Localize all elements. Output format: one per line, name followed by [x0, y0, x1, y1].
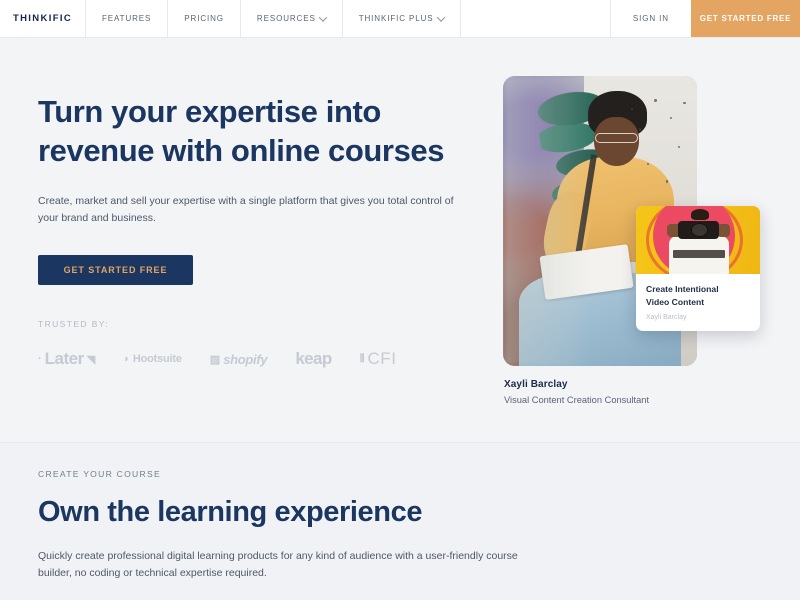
logo-label: Hootsuite	[132, 353, 182, 366]
hero-subtitle: Create, market and sell your expertise w…	[38, 194, 454, 225]
camera-lens-icon	[690, 223, 708, 237]
thumb-shirt-text	[673, 249, 726, 259]
logo-keap: keap	[295, 349, 332, 369]
caption-person-role: Visual Content Creation Consultant	[504, 395, 650, 405]
nav-item-label: THINKIFIC PLUS	[358, 14, 434, 23]
photo-foreground-blur	[503, 76, 593, 366]
course-card-title-line2: Video Content	[646, 297, 705, 308]
nav-item-resources[interactable]: RESOURCES	[241, 0, 343, 37]
nav-item-label: RESOURCES	[256, 14, 316, 23]
section2-eyebrow: CREATE YOUR COURSE	[38, 469, 161, 479]
hootsuite-owl-icon: ◗	[123, 353, 130, 366]
course-preview-card[interactable]: Create Intentional Video Content Xayli B…	[636, 206, 760, 331]
hero-copy-column: Turn your expertise into revenue with on…	[38, 92, 468, 369]
nav-get-started-free-button[interactable]: GET STARTED FREE	[691, 0, 800, 37]
nav-item-thinkific-plus[interactable]: THINKIFIC PLUS	[343, 0, 461, 37]
nav-item-label: FEATURES	[102, 14, 152, 23]
top-navigation-bar: THINKIFIC FEATURES PRICING RESOURCES THI…	[0, 0, 800, 38]
logo-hootsuite: ◗ Hootsuite	[123, 353, 182, 365]
chevron-down-icon	[436, 12, 445, 22]
course-card-title-line1: Create Intentional	[646, 284, 719, 294]
thumb-person-head	[690, 208, 710, 220]
chevron-down-icon	[318, 12, 327, 22]
later-corner-icon: ◥	[86, 353, 96, 366]
logo-label: shopify	[223, 351, 268, 367]
later-mark-icon: ·	[38, 353, 42, 366]
logo-label: Later	[44, 349, 85, 369]
logo-cfi: ⦀ CFI	[360, 349, 397, 369]
hero-get-started-free-button[interactable]: GET STARTED FREE	[38, 255, 193, 286]
thinkific-logo[interactable]: THINKIFIC	[0, 0, 86, 37]
course-thumbnail	[636, 206, 760, 274]
nav-item-label: PRICING	[184, 14, 224, 23]
logo-label: keap	[295, 349, 332, 369]
hero-title: Turn your expertise into revenue with on…	[38, 94, 445, 169]
section2-body: Quickly create professional digital lear…	[38, 550, 518, 579]
cfi-bars-icon: ⦀	[359, 352, 365, 365]
nav-item-pricing[interactable]: PRICING	[168, 0, 241, 37]
course-card-body: Create Intentional Video Content Xayli B…	[636, 274, 760, 331]
logo-later: · Later ◥	[38, 349, 95, 369]
course-card-author: Xayli Barclay	[646, 313, 687, 321]
nav-spacer	[461, 0, 611, 37]
create-your-course-section: CREATE YOUR COURSE Own the learning expe…	[0, 442, 800, 600]
section2-title: Own the learning experience	[38, 496, 423, 528]
hero-media-column: Create Intentional Video Content Xayli B…	[503, 76, 763, 405]
trusted-by-label: TRUSTED BY:	[38, 319, 110, 330]
photo-caption: Xayli Barclay Visual Content Creation Co…	[504, 379, 763, 405]
trusted-by-logo-strip: · Later ◥ ◗ Hootsuite ▧ shopify keap ⦀ C…	[38, 349, 468, 369]
shopify-bag-icon: ▧	[209, 353, 221, 366]
caption-person-name: Xayli Barclay	[504, 379, 568, 390]
logo-shopify: ▧ shopify	[210, 352, 268, 367]
nav-item-features[interactable]: FEATURES	[86, 0, 169, 37]
logo-label: CFI	[367, 349, 397, 369]
page-root: THINKIFIC FEATURES PRICING RESOURCES THI…	[0, 0, 800, 600]
sign-in-link[interactable]: SIGN IN	[611, 0, 691, 37]
section2-inner: CREATE YOUR COURSE Own the learning expe…	[0, 443, 800, 582]
hero-section: Turn your expertise into revenue with on…	[0, 38, 800, 442]
